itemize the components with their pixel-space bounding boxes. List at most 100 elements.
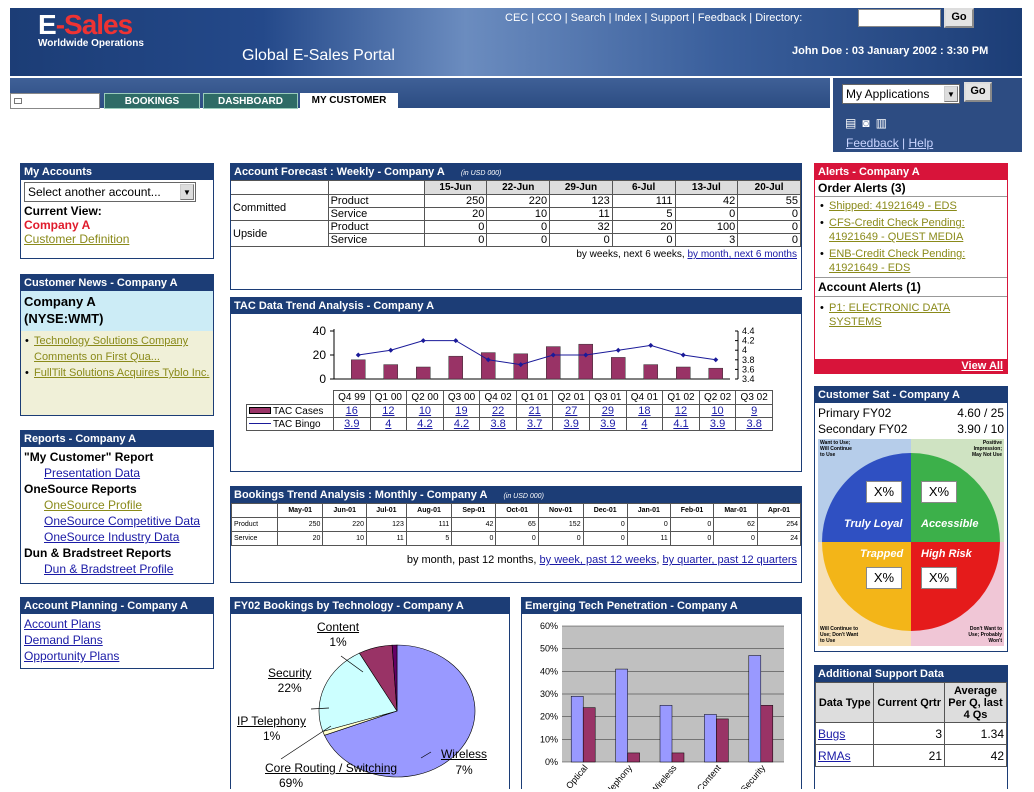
tab-dashboard[interactable]: DASHBOARD: [203, 93, 298, 109]
apps-go-button[interactable]: Go: [964, 82, 992, 102]
news-item[interactable]: FullTilt Solutions Acquires Tyblo Inc.: [24, 365, 210, 381]
data-label[interactable]: 3.9: [333, 417, 371, 431]
cell: 100: [674, 220, 739, 234]
cell[interactable]: Bugs: [814, 722, 875, 745]
top-link-cco[interactable]: CCO: [537, 12, 561, 24]
top-link-support[interactable]: Support: [650, 12, 689, 24]
data-label[interactable]: 10: [406, 404, 444, 418]
top-link-index[interactable]: Index: [615, 12, 642, 24]
news-link[interactable]: Technology Solutions Company Comments on…: [34, 335, 188, 363]
cell: 5: [405, 531, 453, 546]
presentation-data-link[interactable]: Presentation Data: [24, 465, 210, 481]
forecast-by-month-link[interactable]: by month, next 6 months: [687, 249, 797, 260]
pie-label-ip-telephony: IP Telephony 1%: [237, 714, 306, 744]
header-cell: Feb-01: [669, 503, 715, 518]
cell: 250: [276, 517, 324, 532]
customer-definition-link[interactable]: Customer Definition: [24, 232, 210, 246]
view-all-text[interactable]: View All: [961, 360, 1003, 372]
order-alert-link[interactable]: ENB-Credit Check Pending: 41921649 - EDS: [829, 248, 965, 274]
directory-search-input[interactable]: [858, 9, 941, 27]
by-quarter-link[interactable]: by quarter, past 12 quarters: [662, 554, 797, 566]
cell: 0: [611, 233, 676, 247]
data-label[interactable]: 21: [515, 404, 554, 418]
data-label[interactable]: 3.9: [552, 417, 591, 431]
accessible-value: X%: [921, 481, 957, 503]
demand-plans-link[interactable]: Demand Plans: [24, 632, 210, 648]
rmas-link[interactable]: RMAs: [818, 749, 851, 763]
data-label[interactable]: 3.8: [479, 417, 517, 431]
directory-go-button[interactable]: Go: [944, 8, 974, 28]
secondary-sat-value: 3.90 / 10: [957, 422, 1004, 436]
my-applications-select[interactable]: My Applications ▼: [842, 84, 960, 104]
top-link-feedback[interactable]: Feedback: [698, 12, 746, 24]
order-alert-item[interactable]: ENB-Credit Check Pending: 41921649 - EDS: [819, 247, 1003, 275]
directory-label: Directory:: [755, 12, 803, 24]
order-alert-item[interactable]: CFS-Credit Check Pending: 41921649 - QUE…: [819, 216, 1003, 244]
tick-label: Q2 02: [698, 390, 737, 405]
cell[interactable]: RMAs: [814, 744, 875, 767]
data-label[interactable]: 4.1: [662, 417, 700, 431]
data-label[interactable]: 27: [552, 404, 591, 418]
data-label[interactable]: 16: [333, 404, 371, 418]
tac-table: Q4 99 Q1 00 Q2 00 Q3 00 Q4 02 Q1 01 Q2 01 Q3 01…: [246, 390, 773, 431]
cell: 0: [737, 207, 801, 221]
account-alert-item[interactable]: P1: ELECTRONIC DATA SYSTEMS: [819, 301, 1003, 329]
data-label[interactable]: 3.8: [735, 417, 773, 431]
data-label[interactable]: 18: [625, 404, 664, 418]
cell: 62: [713, 517, 758, 532]
news-item[interactable]: Technology Solutions Company Comments on…: [24, 333, 210, 365]
order-alert-item[interactable]: Shipped: 41921649 - EDS: [819, 199, 1003, 213]
list-icon[interactable]: ▤: [845, 116, 862, 130]
cell: 123: [549, 194, 613, 208]
opportunity-plans-link[interactable]: Opportunity Plans: [24, 648, 210, 664]
top-link-cec[interactable]: CEC: [505, 12, 528, 24]
bugs-link[interactable]: Bugs: [818, 727, 845, 741]
bar-swatch-icon: [249, 406, 271, 414]
account-select[interactable]: Select another account... ▼: [24, 182, 196, 202]
cell: 0: [626, 517, 671, 532]
logo[interactable]: E-Sales Worldwide Operations: [38, 11, 144, 50]
tick-label: Q3 00: [442, 390, 481, 405]
data-label[interactable]: 19: [442, 404, 481, 418]
by-week-link[interactable]: by week, past 12 weeks: [540, 554, 657, 566]
forecast-footer-text: by weeks, next 6 weeks,: [576, 249, 685, 260]
news-link[interactable]: FullTilt Solutions Acquires Tyblo Inc.: [34, 367, 209, 379]
dnb-profile-link[interactable]: Dun & Bradstreet Profile: [24, 561, 210, 577]
order-alerts-title: Order Alerts (3): [815, 180, 1007, 197]
data-label[interactable]: 3.9: [698, 417, 737, 431]
data-label[interactable]: 4.2: [406, 417, 444, 431]
view-all-link[interactable]: View All: [815, 359, 1007, 373]
order-alert-link[interactable]: CFS-Credit Check Pending: 41921649 - QUE…: [829, 217, 965, 243]
data-label[interactable]: 9: [735, 404, 773, 418]
data-label[interactable]: 4: [369, 417, 408, 431]
onesource-industry-link[interactable]: OneSource Industry Data: [24, 529, 210, 545]
data-label[interactable]: 4: [625, 417, 664, 431]
order-alert-link[interactable]: Shipped: 41921649 - EDS: [829, 200, 957, 212]
feedback-link[interactable]: Feedback: [846, 136, 899, 150]
tab-bookings[interactable]: BOOKINGS: [104, 93, 200, 109]
refresh-icon[interactable]: ◙: [862, 116, 875, 130]
data-label[interactable]: 12: [369, 404, 408, 418]
y-tick-label: 20%: [540, 712, 558, 722]
data-label[interactable]: 22: [479, 404, 517, 418]
print-icon[interactable]: ▥: [876, 116, 893, 130]
help-link[interactable]: Help: [909, 136, 934, 150]
onesource-profile-link[interactable]: OneSource Profile: [24, 497, 210, 513]
data-label[interactable]: 3.7: [515, 417, 554, 431]
cell: 0: [423, 233, 488, 247]
data-label[interactable]: 29: [589, 404, 627, 418]
quick-search-input[interactable]: [10, 93, 100, 109]
tab-my-customer[interactable]: MY CUSTOMER: [300, 93, 398, 113]
pie-label-pct: 1%: [329, 635, 347, 649]
top-link-search[interactable]: Search: [571, 12, 606, 24]
account-plans-link[interactable]: Account Plans: [24, 616, 210, 632]
data-label[interactable]: 12: [662, 404, 700, 418]
data-label[interactable]: 10: [698, 404, 737, 418]
data-label[interactable]: 3.9: [589, 417, 627, 431]
onesource-competitive-link[interactable]: OneSource Competitive Data: [24, 513, 210, 529]
cell: 0: [582, 517, 628, 532]
cell: 0: [423, 220, 488, 234]
data-label[interactable]: 4.2: [442, 417, 481, 431]
series2-bar: [716, 718, 729, 763]
account-alert-link[interactable]: P1: ELECTRONIC DATA SYSTEMS: [829, 302, 950, 328]
